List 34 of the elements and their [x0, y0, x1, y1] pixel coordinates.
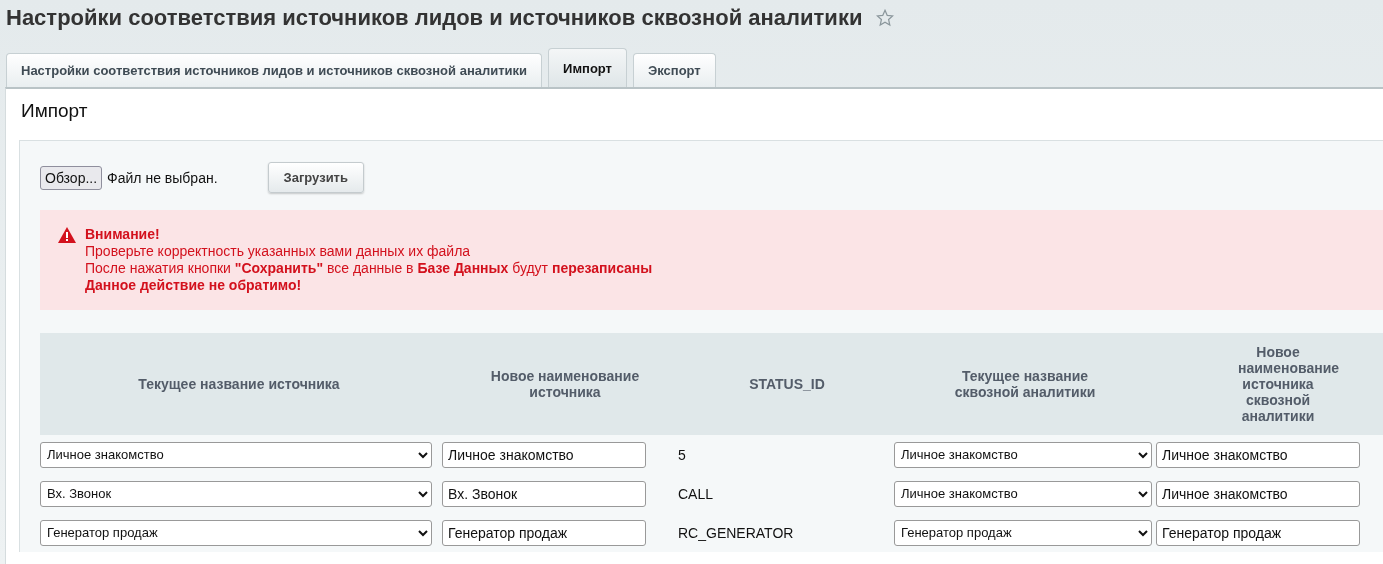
analytics-name-field[interactable]: Личное знакомство — [1156, 480, 1360, 507]
status-id: RC_GENERATOR — [678, 524, 794, 541]
source-name-field[interactable]: Вх. Звонок — [442, 480, 646, 507]
source-select[interactable]: Вх. Звонок — [40, 480, 432, 507]
analytics-select[interactable]: Генератор продаж — [894, 519, 1152, 546]
star-icon[interactable] — [876, 9, 895, 27]
tab[interactable]: Импорт — [548, 48, 627, 87]
file-status: Файл не выбран. — [107, 169, 218, 186]
source-select[interactable]: Личное знакомство — [40, 441, 432, 468]
section-title: Импорт — [21, 100, 89, 123]
alert-text: После нажатия кнопки "Сохранить" все данные в Базе Данных будут перезаписаны — [85, 260, 653, 277]
tab[interactable]: Экспорт — [632, 53, 716, 87]
warning-icon — [58, 227, 76, 243]
analytics-select[interactable]: Личное знакомство — [894, 441, 1152, 468]
analytics-select[interactable]: Личное знакомство — [894, 480, 1152, 507]
source-select[interactable]: Генератор продаж — [40, 519, 432, 546]
alert-title: Внимание! — [85, 226, 161, 243]
page-title: Настройки соответствия источников лидов и источников сквозной аналитики — [6, 5, 863, 31]
column-header: Текущее название источника — [137, 376, 341, 392]
tab[interactable]: Настройки соответствия источников лидов и источников сквозной аналитики — [6, 53, 543, 87]
column-header: Новое наименование источника — [489, 368, 641, 400]
source-name-field[interactable]: Личное знакомство — [442, 441, 646, 468]
upload-button[interactable]: Загрузить — [267, 162, 364, 193]
browse-button[interactable]: Обзор... — [40, 165, 103, 190]
analytics-name-field[interactable]: Личное знакомство — [1156, 441, 1360, 468]
status-id: 5 — [678, 446, 686, 463]
alert-text: Проверьте корректность указанных вами данных их файла — [85, 243, 472, 260]
alert-text: Данное действие не обратимо! — [85, 277, 303, 294]
column-header: STATUS_ID — [748, 376, 826, 392]
column-header: Новое наименование источника сквозной аналитики — [1237, 344, 1341, 424]
status-id: CALL — [678, 485, 714, 502]
column-header: Текущее название сквозной аналитики — [953, 368, 1097, 400]
source-name-field[interactable]: Генератор продаж — [442, 519, 646, 546]
analytics-name-field[interactable]: Генератор продаж — [1156, 519, 1360, 546]
